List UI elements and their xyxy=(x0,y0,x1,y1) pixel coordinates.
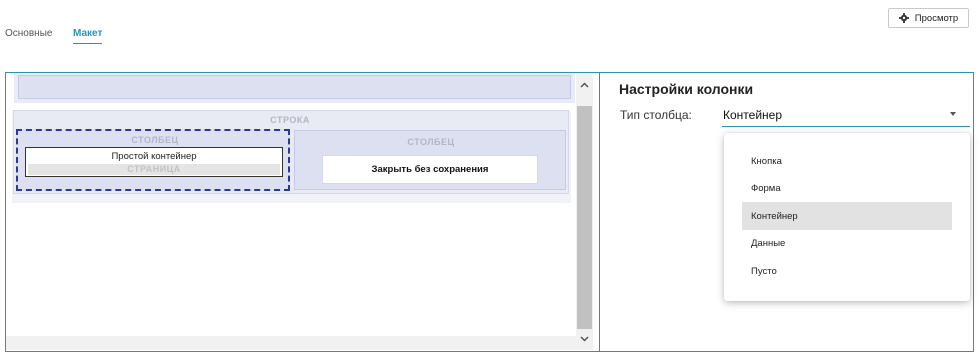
caret-down-icon xyxy=(950,112,956,116)
chevron-up-icon xyxy=(580,82,589,88)
option-form[interactable]: Форма xyxy=(742,174,952,202)
vertical-scrollbar[interactable] xyxy=(576,73,593,350)
section-block-top-inner[interactable] xyxy=(18,75,571,99)
page-block[interactable]: СТРАНИЦА xyxy=(28,164,280,175)
column-label: СТОЛБЕЦ xyxy=(131,135,179,145)
column-type-label: Тип столбца: xyxy=(620,108,692,122)
settings-title: Настройки колонки xyxy=(619,81,754,97)
option-button[interactable]: Кнопка xyxy=(742,147,952,175)
column-label: СТОЛБЕЦ xyxy=(407,137,455,147)
tab-layout[interactable]: Макет xyxy=(73,28,103,44)
tab-basic[interactable]: Основные xyxy=(5,28,52,43)
option-container[interactable]: Контейнер xyxy=(742,202,952,230)
canvas-bottom-strip xyxy=(6,336,576,350)
page-label: СТРАНИЦА xyxy=(127,164,181,174)
column-type-select[interactable]: Контейнер xyxy=(722,106,970,127)
column-block[interactable]: СТОЛБЕЦ Закрыть без сохранения xyxy=(294,130,566,190)
scrollbar-thumb[interactable] xyxy=(577,106,592,329)
row-label: СТРОКА xyxy=(270,115,310,125)
option-data[interactable]: Данные xyxy=(742,229,952,257)
gear-icon xyxy=(898,13,909,23)
close-without-saving-button[interactable]: Закрыть без сохранения xyxy=(322,155,538,184)
preview-button[interactable]: Просмотр xyxy=(888,8,969,28)
layout-canvas: СТРОКА СТОЛБЕЦ Простой контейнер СТРАНИЦ… xyxy=(6,73,576,350)
scroll-down-arrow[interactable] xyxy=(576,331,593,347)
column-type-value: Контейнер xyxy=(723,108,783,122)
preview-button-label: Просмотр xyxy=(914,12,959,24)
column-type-dropdown: Кнопка Форма Контейнер Данные Пусто xyxy=(724,133,970,301)
option-empty[interactable]: Пусто xyxy=(742,257,952,285)
scroll-up-arrow[interactable] xyxy=(576,77,593,93)
chevron-down-icon xyxy=(580,336,589,342)
simple-container[interactable]: Простой контейнер СТРАНИЦА xyxy=(25,147,283,177)
column-block-selected[interactable]: СТОЛБЕЦ Простой контейнер СТРАНИЦА xyxy=(16,129,290,191)
panel-divider xyxy=(599,72,600,352)
container-title: Простой контейнер xyxy=(111,151,197,162)
